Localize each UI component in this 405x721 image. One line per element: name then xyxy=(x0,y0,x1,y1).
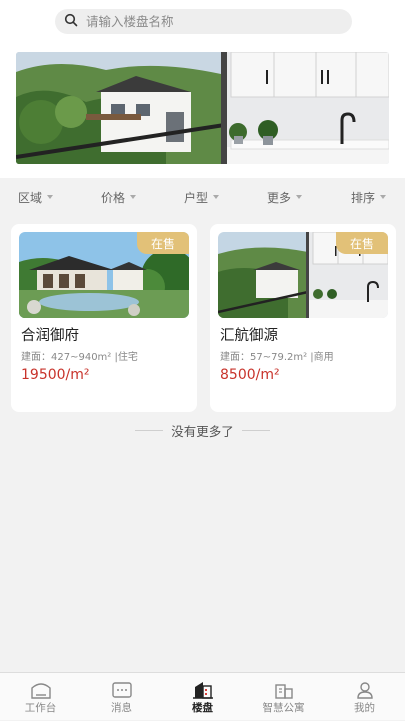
chevron-down-icon xyxy=(47,195,54,199)
filter-label: 价格 xyxy=(101,190,126,205)
filter-sort[interactable]: 排序 xyxy=(351,179,387,215)
listing-image: 在售 xyxy=(19,232,189,318)
tab-label: 消息 xyxy=(111,702,132,714)
divider xyxy=(241,429,270,431)
building-icon xyxy=(192,682,213,699)
tab-profile[interactable]: 我的 xyxy=(324,673,405,721)
listing-price: 19500/m² xyxy=(21,367,90,383)
listing-card[interactable]: 在售 汇航御源 建面：57~79.2m² |商用 8500/m² xyxy=(210,224,396,412)
filter-more[interactable]: 更多 xyxy=(267,179,303,215)
divider xyxy=(135,429,164,431)
chevron-down-icon xyxy=(296,195,303,199)
banner-section xyxy=(0,42,405,178)
tab-label: 我的 xyxy=(354,702,375,714)
filter-region[interactable]: 区域 xyxy=(18,179,54,215)
listing-image: 在售 xyxy=(218,232,388,318)
profile-icon xyxy=(356,682,373,699)
top-bar xyxy=(0,0,405,42)
apartment-icon xyxy=(274,684,293,699)
bottom-tab-bar: 工作台 消息 楼盘 智慧公寓 我的 xyxy=(0,672,405,720)
tab-label: 工作台 xyxy=(24,702,57,714)
listing-card[interactable]: 在售 合润御府 建面：427~940m² |住宅 19500/m² xyxy=(11,224,197,412)
listing-meta: 建面：427~940m² |住宅 xyxy=(21,352,138,363)
search-icon xyxy=(64,12,78,31)
tab-properties[interactable]: 楼盘 xyxy=(162,673,243,721)
tab-workbench[interactable]: 工作台 xyxy=(0,673,81,721)
filter-label: 区域 xyxy=(18,190,43,205)
listing-meta: 建面：57~79.2m² |商用 xyxy=(220,352,334,363)
chevron-down-icon xyxy=(380,195,387,199)
status-badge: 在售 xyxy=(336,232,388,254)
workbench-icon xyxy=(30,683,51,699)
end-of-list: 没有更多了 xyxy=(0,420,405,440)
chevron-down-icon xyxy=(213,195,220,199)
listing-name: 合润御府 xyxy=(21,328,79,344)
filter-bar: 区域 价格 户型 更多 排序 xyxy=(0,179,405,215)
banner-image[interactable] xyxy=(16,52,389,164)
tab-smart-apartment[interactable]: 智慧公寓 xyxy=(243,673,324,721)
message-icon xyxy=(111,682,132,698)
search-input[interactable] xyxy=(84,13,328,30)
filter-layout[interactable]: 户型 xyxy=(184,179,220,215)
chevron-down-icon xyxy=(130,195,137,199)
listing-price: 8500/m² xyxy=(220,367,280,383)
tab-label: 楼盘 xyxy=(192,702,213,714)
tab-label: 智慧公寓 xyxy=(262,702,305,714)
tab-messages[interactable]: 消息 xyxy=(81,673,162,721)
filter-label: 排序 xyxy=(351,190,376,205)
listing-name: 汇航御源 xyxy=(220,328,278,344)
status-badge: 在售 xyxy=(137,232,189,254)
filter-price[interactable]: 价格 xyxy=(101,179,137,215)
no-more-text: 没有更多了 xyxy=(171,423,234,439)
search-bar[interactable] xyxy=(55,9,352,34)
filter-label: 户型 xyxy=(184,190,209,205)
filter-label: 更多 xyxy=(267,190,292,205)
